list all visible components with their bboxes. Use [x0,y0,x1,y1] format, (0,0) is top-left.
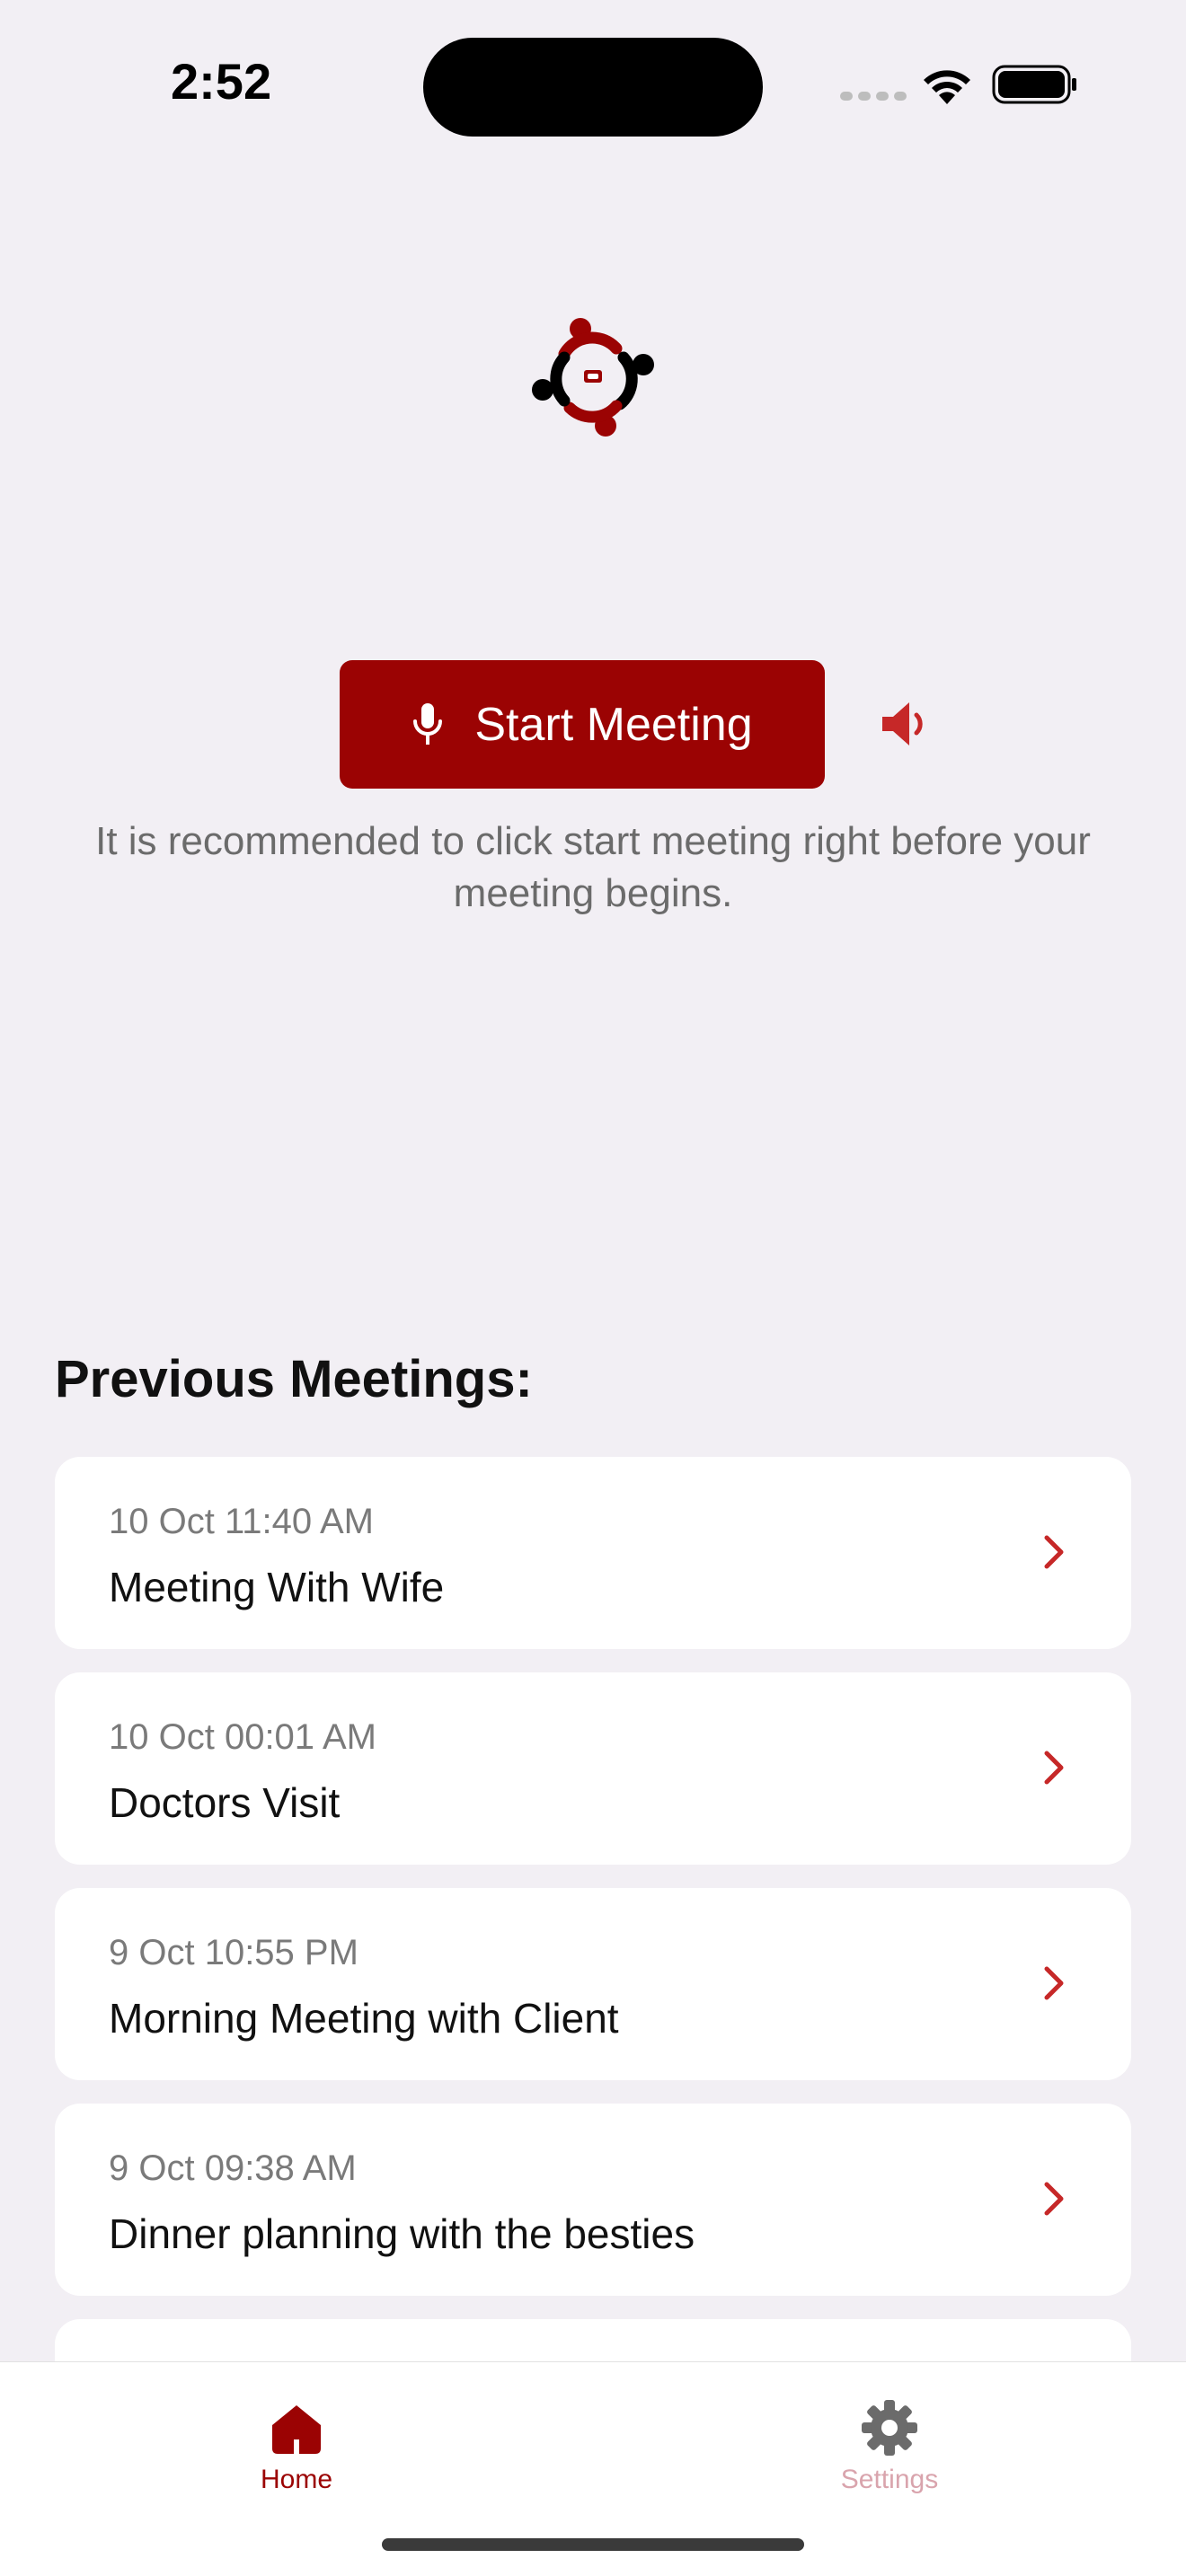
start-meeting-label: Start Meeting [474,698,753,751]
chevron-right-icon [1044,1535,1064,1569]
tab-home-label: Home [260,2465,333,2494]
meeting-card[interactable]: 9 Oct 09:38 AM Dinner planning with the … [55,2104,1131,2296]
meeting-title: Morning Meeting with Client [109,1995,619,2042]
home-screen: 2:52 Start Meeting It is recommended to … [0,0,1186,2576]
chevron-right-icon [1044,1966,1064,2000]
speaker-icon[interactable] [879,695,936,753]
tab-settings[interactable]: Settings [800,2398,979,2495]
meeting-card[interactable]: 9 Oct 10:55 PM Morning Meeting with Clie… [55,1888,1131,2080]
meeting-title: Meeting With Wife [109,1564,445,1610]
home-icon [272,2405,321,2454]
meeting-title: Doctors Visit [109,1779,341,1826]
meeting-date: 9 Oct 10:55 PM [109,1933,358,1972]
dynamic-island [423,38,763,137]
status-time: 2:52 [171,53,272,110]
chevron-right-icon [1044,1751,1064,1785]
app-logo [532,318,654,437]
microphone-icon [413,702,443,745]
meeting-card[interactable]: 10 Oct 00:01 AM Doctors Visit [55,1672,1131,1865]
meeting-title: Dinner planning with the besties [109,2210,695,2257]
tab-settings-label: Settings [840,2465,939,2494]
cellular-signal-icon [840,92,907,101]
chevron-right-icon [1044,2182,1064,2216]
home-indicator[interactable] [382,2538,804,2551]
meeting-date: 10 Oct 00:01 AM [109,1717,376,1757]
battery-icon [992,65,1076,104]
meeting-date: 10 Oct 11:40 AM [109,1502,374,1541]
previous-meetings-list[interactable]: 10 Oct 11:40 AM Meeting With Wife 10 Oct… [55,1457,1131,2361]
start-meeting-hint: It is recommended to click start meeting… [95,819,1091,915]
start-meeting-button[interactable]: Start Meeting [340,660,825,789]
wifi-icon [924,70,970,104]
tab-home[interactable]: Home [207,2398,386,2495]
meeting-card[interactable]: 10 Oct 11:40 AM Meeting With Wife [55,1457,1131,1649]
gear-icon [862,2400,917,2456]
meeting-card-partial[interactable] [55,2319,1131,2361]
status-bar: 2:52 [0,0,1186,162]
previous-meetings-title: Previous Meetings: [55,1350,533,1408]
meeting-date: 9 Oct 09:38 AM [109,2148,357,2188]
